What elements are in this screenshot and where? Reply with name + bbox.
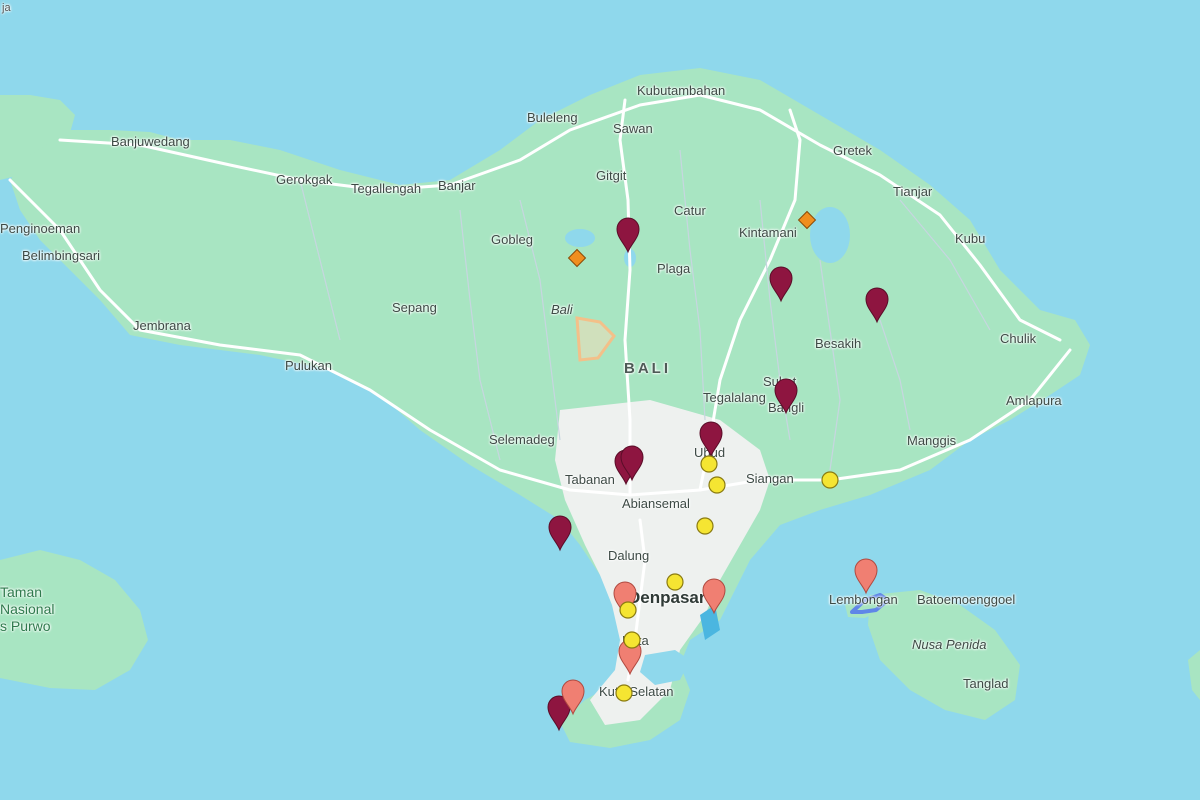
dot-marker-yellow[interactable]: [821, 471, 839, 489]
dot-marker-yellow[interactable]: [666, 573, 684, 591]
pin-marker-light[interactable]: [854, 558, 878, 594]
map-canvas[interactable]: ja Kubutambahan Buleleng Sawan Banjuweda…: [0, 0, 1200, 800]
markers-layer: [547, 210, 889, 731]
dot-marker-yellow[interactable]: [623, 631, 641, 649]
diamond-marker-orange[interactable]: [797, 210, 817, 230]
dot-marker-yellow[interactable]: [708, 476, 726, 494]
dot-marker-yellow[interactable]: [619, 601, 637, 619]
pin-marker-light[interactable]: [702, 578, 726, 614]
pin-marker-dark[interactable]: [774, 378, 798, 414]
dot-marker-yellow[interactable]: [615, 684, 633, 702]
pin-marker-dark[interactable]: [865, 287, 889, 323]
dot-marker-yellow[interactable]: [700, 455, 718, 473]
diamond-marker-orange[interactable]: [567, 248, 587, 268]
pin-marker-dark[interactable]: [548, 515, 572, 551]
dot-marker-yellow[interactable]: [696, 517, 714, 535]
pin-marker-dark[interactable]: [699, 421, 723, 457]
pin-marker-dark[interactable]: [616, 217, 640, 253]
pin-marker-dark[interactable]: [769, 266, 793, 302]
